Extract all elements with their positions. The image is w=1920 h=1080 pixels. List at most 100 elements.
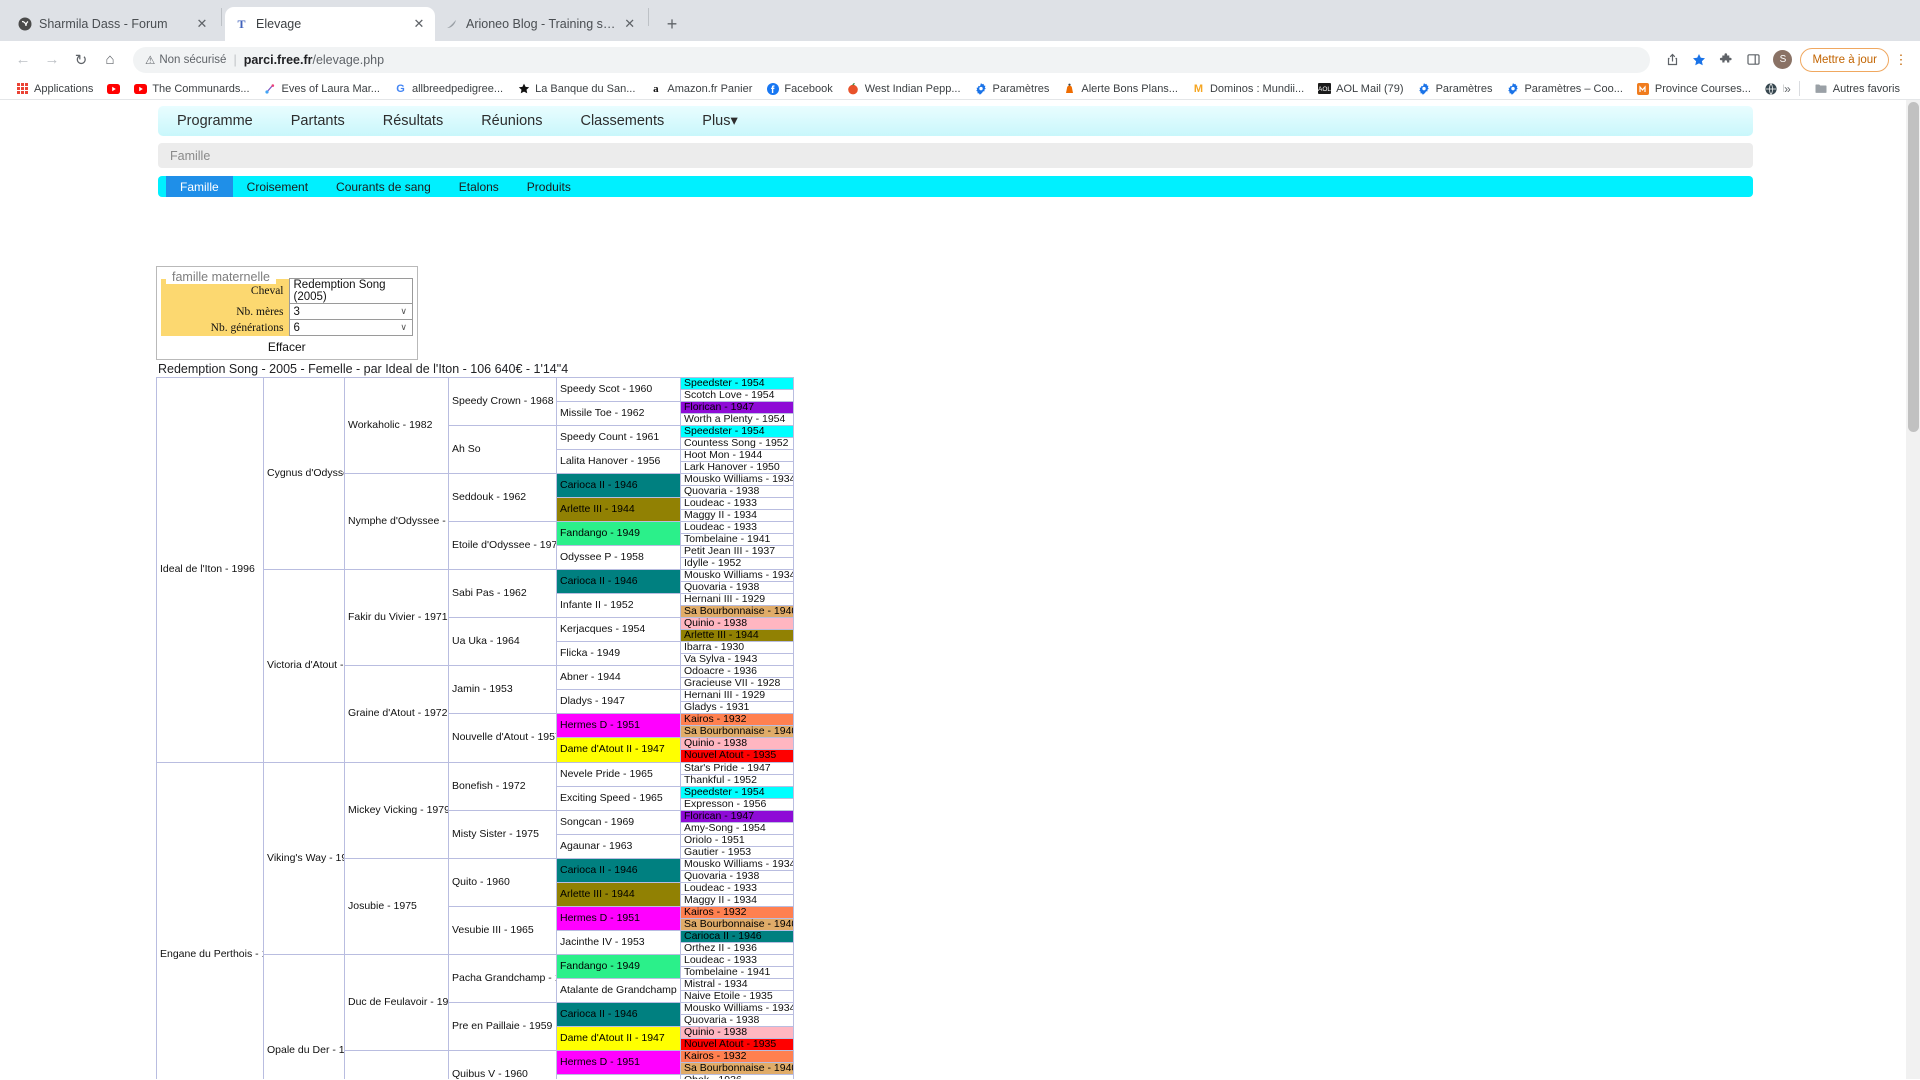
forward-icon[interactable]: → — [39, 47, 65, 73]
pedigree-cell-g6[interactable]: Odoacre - 1936 — [680, 665, 794, 679]
vertical-scrollbar[interactable] — [1906, 100, 1920, 1079]
nav-item-partants[interactable]: Partants — [272, 106, 364, 136]
pedigree-cell-g6[interactable]: Loudeac - 1933 — [680, 881, 794, 895]
pedigree-cell-g6[interactable]: Countess Song - 1952 — [680, 437, 794, 451]
new-tab-button[interactable]: + — [658, 10, 686, 38]
close-icon[interactable]: ✕ — [412, 16, 426, 32]
nb-generations-select[interactable]: 6 ∨ — [288, 319, 413, 336]
pedigree-cell-g4[interactable]: Speedy Crown - 1968 — [448, 376, 557, 427]
pedigree-cell-g5[interactable]: Dladys - 1947 — [556, 689, 681, 715]
pedigree-cell-g1[interactable]: Ideal de l'Iton - 1996 — [156, 377, 264, 763]
pedigree-cell-g5[interactable]: Abner - 1944 — [556, 665, 681, 691]
pedigree-cell-g5[interactable]: Atalante de Grandchamp - 1944 — [556, 977, 681, 1003]
pedigree-cell-g6[interactable]: Kairos - 1932 — [680, 1049, 794, 1063]
security-indicator[interactable]: ⚠ Non sécurisé — [145, 53, 226, 67]
pedigree-cell-g6[interactable]: Sa Bourbonnaise - 1940 — [680, 1061, 794, 1075]
bookmark-facebook[interactable]: Facebook — [759, 79, 839, 99]
pedigree-cell-g6[interactable]: Florican - 1947 — [680, 401, 794, 415]
pedigree-cell-g5[interactable]: Hermes D - 1951 — [556, 1049, 681, 1075]
pedigree-cell-g4[interactable]: Jamin - 1953 — [448, 665, 557, 715]
back-icon[interactable]: ← — [10, 47, 36, 73]
pedigree-cell-g6[interactable]: Maggy II - 1934 — [680, 893, 794, 907]
pedigree-cell-g5[interactable]: Speedy Count - 1961 — [556, 425, 681, 451]
pedigree-cell-g6[interactable]: Quovaria - 1938 — [680, 581, 794, 595]
share-icon[interactable] — [1660, 48, 1684, 72]
pedigree-cell-g6[interactable]: Quinio - 1938 — [680, 1025, 794, 1039]
pedigree-cell-g6[interactable]: Expresson - 1956 — [680, 797, 794, 811]
bookmark-item-1[interactable] — [100, 79, 127, 99]
pedigree-cell-g4[interactable]: Sabi Pas - 1962 — [448, 569, 557, 619]
kebab-menu-icon[interactable]: ⋮ — [1892, 52, 1910, 68]
pedigree-cell-g2[interactable]: Victoria d'Atout - 1987 — [263, 569, 345, 763]
pedigree-cell-g5[interactable]: Carioca II - 1946 — [556, 857, 681, 883]
pedigree-cell-g4[interactable]: Misty Sister - 1975 — [448, 809, 557, 859]
pedigree-cell-g6[interactable]: Mousko Williams - 1934 — [680, 1001, 794, 1015]
pedigree-cell-g4[interactable]: Etoile d'Odyssee - 1970 — [448, 521, 557, 571]
pedigree-cell-g5[interactable]: Agaunar - 1963 — [556, 833, 681, 859]
scrollbar-thumb[interactable] — [1908, 102, 1919, 432]
bookmark-west-indian-pepp[interactable]: West Indian Pepp... — [840, 79, 968, 99]
pedigree-cell-g6[interactable]: Star's Pride - 1947 — [680, 761, 794, 775]
pedigree-cell-g4[interactable]: Ah So — [448, 425, 557, 475]
nav-item-r-unions[interactable]: Réunions — [462, 106, 561, 136]
pedigree-cell-g6[interactable]: Arlette III - 1944 — [680, 629, 794, 643]
pedigree-cell-g6[interactable]: Petit Jean III - 1937 — [680, 545, 794, 559]
nav-item-plus[interactable]: Plus▾ — [683, 106, 757, 136]
tab-produits[interactable]: Produits — [513, 176, 585, 197]
pedigree-cell-g6[interactable]: Nouvel Atout - 1935 — [680, 1037, 794, 1051]
pedigree-cell-g5[interactable]: Arlette III - 1944 — [556, 881, 681, 907]
pedigree-cell-g5[interactable]: Dame d'Atout II - 1947 — [556, 1025, 681, 1051]
pedigree-cell-g6[interactable]: Nouvel Atout - 1935 — [680, 749, 794, 763]
pedigree-cell-g5[interactable]: Odyssee P - 1958 — [556, 545, 681, 571]
pedigree-cell-g6[interactable]: Obok - 1936 — [680, 1073, 794, 1079]
pedigree-cell-g5[interactable]: Arlette III - 1944 — [556, 497, 681, 523]
pedigree-cell-g6[interactable]: Sa Bourbonnaise - 1940 — [680, 605, 794, 619]
pedigree-cell-g6[interactable]: Mousko Williams - 1934 — [680, 857, 794, 871]
pedigree-cell-g6[interactable]: Ibarra - 1930 — [680, 641, 794, 655]
pedigree-cell-g6[interactable]: Oriolo - 1951 — [680, 833, 794, 847]
overflow-chevron-icon[interactable]: » — [1784, 82, 1791, 96]
pedigree-cell-g3[interactable]: Duc de Feulavoir - 1969 — [344, 953, 449, 1051]
pedigree-cell-g6[interactable]: Mousko Williams - 1934 — [680, 473, 794, 487]
pedigree-cell-g6[interactable]: Lark Hanover - 1950 — [680, 461, 794, 475]
pedigree-cell-g6[interactable]: Kairos - 1932 — [680, 713, 794, 727]
pedigree-cell-g3[interactable]: Josubie - 1975 — [344, 857, 449, 955]
pedigree-cell-g5[interactable]: Carioca II - 1946 — [556, 1001, 681, 1027]
pedigree-cell-g5[interactable]: Exciting Speed - 1965 — [556, 785, 681, 811]
pedigree-cell-g6[interactable]: Mousko Williams - 1934 — [680, 569, 794, 583]
pedigree-cell-g6[interactable]: Naive Etoile - 1935 — [680, 989, 794, 1003]
pedigree-cell-g2[interactable]: Viking's Way - 1987 — [263, 761, 345, 955]
pedigree-cell-g6[interactable]: Va Sylva - 1943 — [680, 653, 794, 667]
pedigree-cell-g6[interactable]: Gautier - 1953 — [680, 845, 794, 859]
pedigree-cell-g4[interactable]: Pre en Paillaie - 1959 — [448, 1001, 557, 1051]
pedigree-cell-g6[interactable]: Quovaria - 1938 — [680, 485, 794, 499]
pedigree-cell-g6[interactable]: Quinio - 1938 — [680, 617, 794, 631]
bookmark-rasmussen-factor[interactable]: Rasmussen Factor — [1758, 79, 1784, 99]
pedigree-cell-g3[interactable]: Fakir du Vivier - 1971 — [344, 569, 449, 667]
bookmark-applications[interactable]: Applications — [9, 79, 100, 99]
pedigree-cell-g3[interactable]: Nymphe d'Odyssee - 1979 — [344, 473, 449, 571]
pedigree-cell-g6[interactable]: Hernani III - 1929 — [680, 593, 794, 607]
pedigree-cell-g5[interactable]: Infante II - 1952 — [556, 593, 681, 619]
pedigree-cell-g6[interactable]: Mistral - 1934 — [680, 977, 794, 991]
pedigree-cell-g6[interactable]: Loudeac - 1933 — [680, 521, 794, 535]
puzzle-icon[interactable] — [1714, 48, 1738, 72]
pedigree-cell-g5[interactable]: Jacinthe IV - 1953 — [556, 929, 681, 955]
pedigree-cell-g6[interactable]: Gladys - 1931 — [680, 701, 794, 715]
pedigree-cell-g5[interactable]: Dame d'Atout II - 1947 — [556, 737, 681, 763]
search-input[interactable]: Famille — [158, 143, 1753, 168]
bookmark-amazon-fr-panier[interactable]: a Amazon.fr Panier — [642, 79, 759, 99]
nav-item-programme[interactable]: Programme — [158, 106, 272, 136]
cheval-input[interactable]: Redemption Song (2005) — [288, 278, 413, 304]
pedigree-cell-g5[interactable]: Flicka - 1949 — [556, 641, 681, 667]
pedigree-cell-g6[interactable]: Tombelaine - 1941 — [680, 965, 794, 979]
pedigree-cell-g6[interactable]: Speedster - 1954 — [680, 785, 794, 799]
pedigree-cell-g6[interactable]: Loudeac - 1933 — [680, 953, 794, 967]
pedigree-cell-g6[interactable]: Sa Bourbonnaise - 1940 — [680, 917, 794, 931]
pedigree-cell-g4[interactable]: Pacha Grandchamp - 1959 — [448, 953, 557, 1003]
pedigree-cell-g5[interactable]: Demoiselle d'Atout - 1947 — [556, 1073, 681, 1079]
bookmark-the-communards[interactable]: The Communards... — [127, 79, 256, 99]
pedigree-cell-g4[interactable]: Bonefish - 1972 — [448, 761, 557, 811]
pedigree-cell-g5[interactable]: Missile Toe - 1962 — [556, 401, 681, 427]
bookmark-allbreedpedigree[interactable]: Gallbreedpedigree... — [387, 79, 510, 99]
